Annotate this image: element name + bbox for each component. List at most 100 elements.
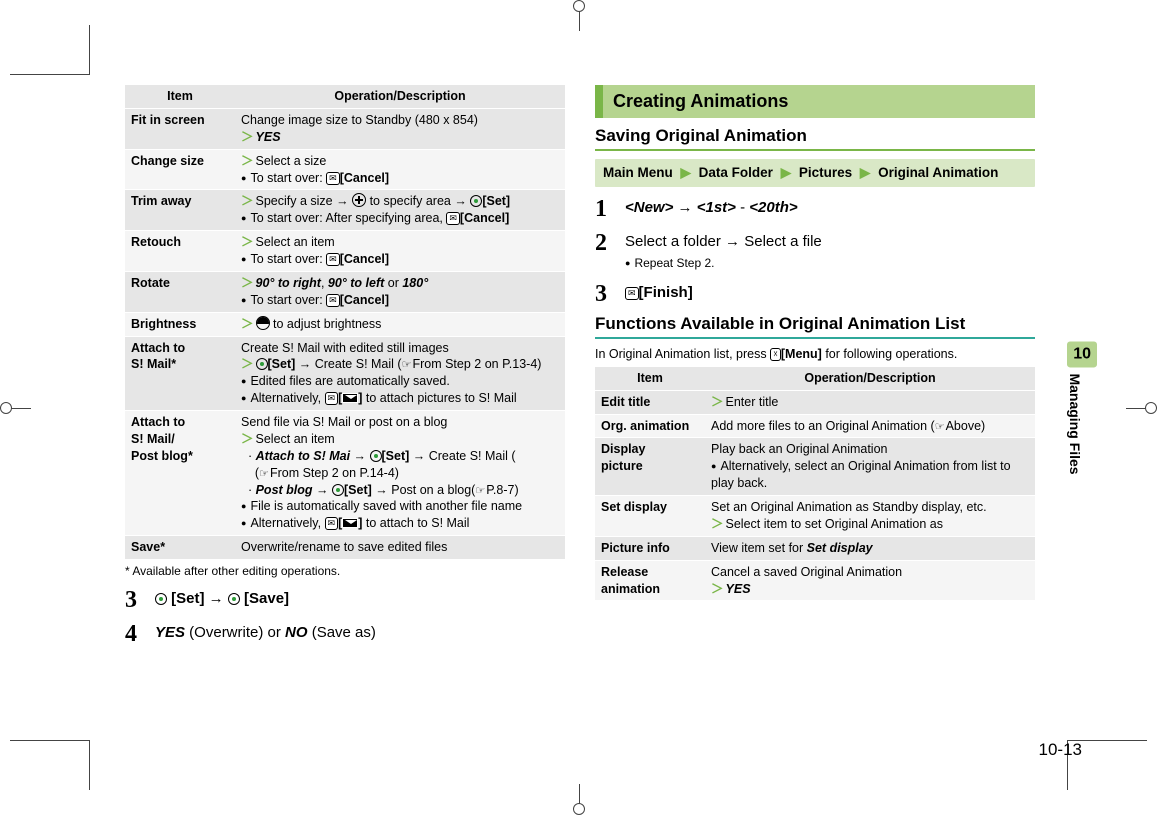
text: → Post on a blog( [372, 483, 476, 497]
text: → Create S! Mail ( [409, 449, 515, 463]
table-row: Set display Set an Original Animation as… [595, 496, 1035, 537]
text: Cancel a saved Original Animation [711, 565, 902, 579]
text: [Save] [244, 590, 289, 607]
text: Above) [946, 419, 986, 433]
dpad-icon [352, 193, 366, 207]
row-item: Change size [125, 149, 235, 190]
step-3-right: 3 ✉[Finish] [595, 282, 1035, 306]
text: 180° [402, 276, 428, 290]
reference-icon [259, 466, 270, 480]
table-row: Displaypicture Play back an Original Ani… [595, 438, 1035, 496]
text: P.8-7) [486, 483, 518, 497]
table-row: Attach toS! Mail/Post blog* Send file vi… [125, 411, 565, 536]
row-desc: Set an Original Animation as Standby dis… [705, 496, 1035, 537]
text: Select an item [256, 432, 335, 446]
mail-icon [342, 393, 358, 403]
chevron-icon: ＞ [241, 235, 256, 249]
section-heading: Creating Animations [595, 85, 1035, 118]
text: [Menu] [781, 347, 822, 361]
step-body: [Set] → [Save] [155, 588, 565, 609]
text: to specify area → [366, 194, 470, 208]
text: [Set] [171, 590, 204, 607]
mail-key-icon: ✉ [326, 253, 340, 266]
center-key-icon [332, 484, 344, 496]
table-row: Save* Overwrite/rename to save edited fi… [125, 536, 565, 560]
step-body: YES (Overwrite) or NO (Save as) [155, 622, 565, 643]
table-row: Edit title ＞Enter title [595, 390, 1035, 414]
text: [Cancel] [340, 171, 389, 185]
menu-segment: Original Animation [878, 165, 998, 180]
crop-mark [0, 402, 12, 414]
text: [Finish] [639, 284, 693, 301]
text: From Step 2 on P.14-4) [270, 466, 399, 480]
text: [Cancel] [340, 293, 389, 307]
menu-segment: Pictures [799, 165, 852, 180]
row-desc: Play back an Original Animation Alternat… [705, 438, 1035, 496]
text: <New> [625, 199, 673, 216]
row-desc: Create S! Mail with edited still images … [235, 336, 565, 411]
text: View item set for [711, 541, 807, 555]
reference-icon [935, 419, 946, 433]
text: Select item to set Original Animation as [726, 517, 943, 531]
text: Set an Original Animation as Standby dis… [711, 500, 987, 514]
text: [Cancel] [460, 211, 509, 225]
text: 90° to right [256, 276, 321, 290]
text: [Set] [482, 194, 510, 208]
text: To start over: [250, 252, 326, 266]
text: Edited files are automatically saved. [250, 374, 449, 388]
row-item: Rotate [125, 271, 235, 312]
row-desc: Change image size to Standby (480 x 854)… [235, 108, 565, 149]
table-row: Fit in screen Change image size to Stand… [125, 108, 565, 149]
chevron-icon: ＞ [241, 432, 256, 446]
step-body: ✉[Finish] [625, 282, 1035, 303]
chevron-icon: ＞ [241, 130, 256, 144]
text: Post blog [256, 483, 313, 497]
step-3: 3 [Set] → [Save] [125, 588, 565, 612]
text: Repeat Step 2. [634, 256, 714, 270]
mail-key-icon: ✉ [446, 212, 460, 225]
text: to attach to S! Mail [362, 516, 469, 530]
chevron-icon: ＞ [241, 154, 256, 168]
row-desc: ＞Enter title [705, 390, 1035, 414]
text: (Overwrite) or [185, 624, 285, 641]
text: To start over: [250, 171, 326, 185]
chevron-icon: ＞ [241, 317, 256, 331]
center-key-icon [470, 195, 482, 207]
text: Set display [807, 541, 873, 555]
mail-key-icon: ✉ [326, 172, 340, 185]
row-item: Attach toS! Mail/Post blog* [125, 411, 235, 536]
row-desc: ＞Select an item To start over: ✉[Cancel] [235, 231, 565, 272]
chevron-icon: ＞ [241, 276, 256, 290]
row-desc: ＞Select a size To start over: ✉[Cancel] [235, 149, 565, 190]
text: Attach to S! Mai [256, 449, 350, 463]
text: Select an item [256, 235, 335, 249]
row-item: Trim away [125, 190, 235, 231]
text: for following operations. [822, 347, 958, 361]
text: Alternatively, [250, 516, 324, 530]
crop-mark [10, 25, 90, 75]
text: (Save as) [308, 624, 376, 641]
text: [Cancel] [340, 252, 389, 266]
page-number: 10-13 [1039, 740, 1082, 760]
text: Create S! Mail with edited still images [241, 341, 449, 355]
text: [Set] [268, 357, 296, 371]
mail-key-icon: ✉ [325, 392, 339, 405]
row-item: Set display [595, 496, 705, 537]
text: [Set] [344, 483, 372, 497]
text: <20th> [749, 199, 797, 216]
path-arrow-icon: ▶ [777, 165, 795, 180]
row-item: Displaypicture [595, 438, 705, 496]
chapter-label: Managing Files [1067, 373, 1083, 474]
text: From Step 2 on P.13-4) [412, 357, 541, 371]
text: Select a folder → Select a file [625, 233, 822, 250]
left-column: Item Operation/Description Fit in screen… [125, 85, 565, 755]
row-desc: Send file via S! Mail or post on a blog … [235, 411, 565, 536]
text: YES [256, 130, 281, 144]
menu-segment: Main Menu [603, 165, 673, 180]
center-key-icon [256, 358, 268, 370]
reference-icon [475, 483, 486, 497]
menu-segment: Data Folder [699, 165, 773, 180]
table-row: Rotate ＞90° to right, 90° to left or 180… [125, 271, 565, 312]
subheading: Functions Available in Original Animatio… [595, 314, 1035, 339]
text: In Original Animation list, press [595, 347, 770, 361]
